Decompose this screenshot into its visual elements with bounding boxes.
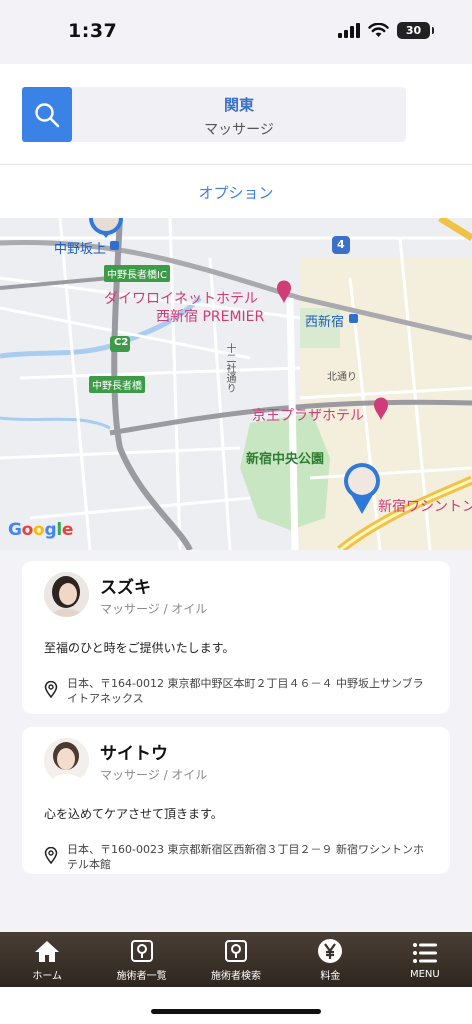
bottom-tabbar: ホーム 施術者一覧 施術者検索 料金 MENU	[0, 932, 472, 987]
map[interactable]: 中野坂上 中野長者橋IC 4 ダイワロイネットホテル 西新宿 PREMIER 西…	[0, 218, 472, 550]
location-pin-icon	[44, 847, 58, 864]
search-icon	[35, 102, 60, 127]
tab-home-label: ホーム	[32, 970, 63, 982]
tab-price-label: 料金	[320, 970, 341, 982]
search-button[interactable]	[22, 87, 72, 142]
status-bar: 1:37 30	[0, 0, 472, 64]
therapist-name: スズキ	[100, 578, 151, 598]
wifi-icon	[368, 23, 389, 37]
location-pin-icon	[44, 681, 58, 698]
map-label-nakano-sakaue: 中野坂上	[54, 242, 107, 257]
map-label-nishi-shinjuku: 西新宿	[305, 315, 345, 330]
therapist-list-icon	[130, 939, 153, 962]
option-link[interactable]: オプション	[198, 182, 273, 203]
tab-menu[interactable]: MENU	[378, 932, 472, 987]
map-label-jusso-dori: 十二社通り	[224, 343, 235, 393]
tab-therapist-list[interactable]: 施術者一覧	[94, 932, 188, 987]
menu-icon	[412, 942, 437, 963]
battery-level: 30	[405, 24, 422, 37]
tab-home[interactable]: ホーム	[0, 932, 94, 987]
home-indicator-area	[0, 987, 472, 1024]
map-label-route-4: 4	[337, 238, 345, 251]
region-label: 関東	[223, 96, 254, 114]
map-label-washington: 新宿ワシントン	[378, 499, 472, 515]
status-icons: 30	[338, 22, 434, 39]
therapist-address: 日本、〒164-0012 東京都中野区本町２丁目４６－４ 中野坂上サンブライトア…	[67, 677, 424, 705]
category-label: マッサージ	[204, 122, 274, 138]
therapist-description: 心を込めてケアさせて頂きます。	[44, 807, 223, 821]
map-label-keio-plaza: 京王プラザホテル	[252, 408, 364, 424]
map-label-route-c2: C2	[114, 337, 129, 348]
therapist-card[interactable]: スズキ マッサージ / オイル 至福のひと時をご提供いたします。 日本、〒164…	[22, 561, 450, 714]
therapist-search-icon	[225, 939, 248, 962]
tab-therapist-search[interactable]: 施術者検索	[189, 932, 283, 987]
therapist-card[interactable]: サイトウ マッサージ / オイル 心を込めてケアさせて頂きます。 日本、〒160…	[22, 727, 450, 874]
status-time: 1:37	[68, 20, 118, 42]
search-field[interactable]: 関東 マッサージ	[72, 87, 406, 142]
tab-menu-label: MENU	[409, 968, 440, 980]
signal-icon	[338, 23, 360, 38]
home-icon	[35, 940, 60, 962]
therapist-service: マッサージ / オイル	[100, 602, 208, 616]
yen-icon	[318, 938, 343, 963]
therapist-name: サイトウ	[100, 744, 168, 764]
avatar	[44, 572, 89, 617]
tab-therapist-search-label: 施術者検索	[211, 970, 262, 982]
map-label-kita-dori: 北通り	[327, 372, 357, 383]
search-area: 関東 マッサージ	[0, 64, 472, 164]
map-label-nakano-nagajabashi-ic: 中野長者橋IC	[104, 265, 170, 282]
map-label-nakano-nagajabashi: 中野長者橋	[89, 376, 145, 393]
option-bar: オプション	[0, 164, 472, 218]
map-label-central-park: 新宿中央公園	[246, 452, 325, 467]
therapist-service: マッサージ / オイル	[100, 768, 208, 782]
home-indicator[interactable]	[151, 1009, 321, 1014]
map-label-hotel-daiwa-2: 西新宿 PREMIER	[156, 309, 265, 325]
avatar	[44, 738, 89, 783]
tab-therapist-list-label: 施術者一覧	[116, 970, 167, 982]
google-logo: Google	[8, 520, 74, 540]
battery-icon: 30	[397, 22, 434, 39]
tab-price[interactable]: 料金	[283, 932, 377, 987]
map-label-hotel-daiwa-1: ダイワロイネットホテル	[104, 291, 258, 307]
therapist-description: 至福のひと時をご提供いたします。	[44, 641, 235, 655]
therapist-address: 日本、〒160-0023 東京都新宿区西新宿３丁目２－９ 新宿ワシントンホテル本…	[67, 843, 424, 871]
